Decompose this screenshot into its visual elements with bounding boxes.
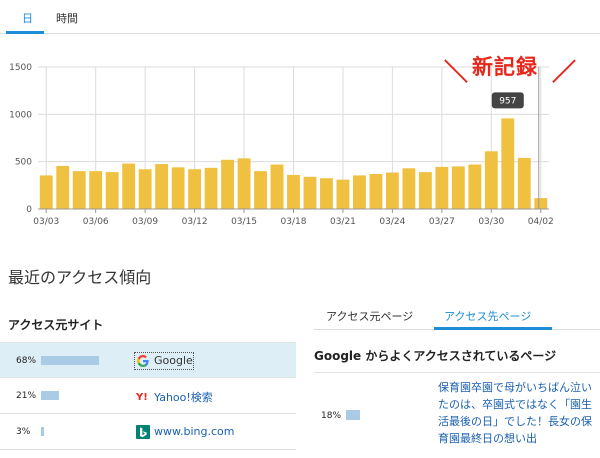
bar xyxy=(56,165,70,209)
source-pct-bar xyxy=(41,356,99,365)
tab-referrer-page[interactable]: アクセス元ページ xyxy=(326,308,413,324)
bar xyxy=(155,164,169,209)
bar xyxy=(39,175,53,209)
pages-heading: Google からよくアクセスされているページ xyxy=(314,349,557,363)
annotation-slash-left: ＼ xyxy=(444,58,468,86)
bar xyxy=(418,172,432,209)
x-tick-label: 03/21 xyxy=(330,217,356,227)
tab-landing-page[interactable]: アクセス先ページ xyxy=(444,308,531,324)
new-record-annotation: ＼ 新記録 ／ xyxy=(444,48,584,86)
tab-hour[interactable]: 時間 xyxy=(56,10,78,26)
period-tabs: 日 時間 xyxy=(0,0,600,34)
bar xyxy=(369,173,383,209)
page-pct: 18% xyxy=(321,411,342,421)
bar xyxy=(72,171,86,209)
bar xyxy=(204,167,218,209)
source-pct: 68% xyxy=(16,356,37,366)
page-title-link[interactable]: 保育園卒園で母がいちばん泣い たのは、卒園式ではなく「園生 活最後の日」でした！… xyxy=(438,379,600,447)
source-row-google[interactable]: 68% Google xyxy=(0,342,296,378)
bar xyxy=(254,171,267,209)
source-pct: 21% xyxy=(16,391,37,401)
x-tick-label: 03/12 xyxy=(182,217,208,227)
bar xyxy=(385,172,399,209)
source-label[interactable]: www.bing.com xyxy=(154,425,234,438)
annotation-text: 新記録 xyxy=(472,55,538,79)
bar xyxy=(320,178,333,209)
bar xyxy=(336,179,350,209)
bar xyxy=(468,164,482,209)
bing-icon xyxy=(136,425,150,439)
x-tick-label: 04/02 xyxy=(528,217,554,227)
page-direction-tabs: アクセス元ページ アクセス先ページ xyxy=(314,300,600,330)
page-title-line: 活最後の日」でした！長女の保 xyxy=(438,415,592,428)
x-tick-label: 03/24 xyxy=(379,217,405,227)
source-pct: 3% xyxy=(16,427,31,437)
bar xyxy=(138,169,152,209)
x-tick-label: 03/30 xyxy=(478,217,504,227)
y-tick-label: 0 xyxy=(26,205,32,215)
bar xyxy=(484,151,498,209)
bar xyxy=(89,171,103,209)
bar xyxy=(303,176,317,209)
bar xyxy=(287,174,300,209)
page-title-line: たのは、卒園式ではなく「園生 xyxy=(438,398,592,411)
tooltip-value: 957 xyxy=(499,96,516,106)
bar xyxy=(402,168,416,209)
bar xyxy=(221,159,234,209)
source-label[interactable]: Yahoo!検索 xyxy=(154,389,213,405)
source-pct-bar xyxy=(41,391,59,400)
source-row-bing[interactable]: 3% www.bing.com xyxy=(0,414,296,450)
x-tick-label: 03/06 xyxy=(83,217,109,227)
x-tick-label: 03/27 xyxy=(429,217,455,227)
bar xyxy=(237,158,251,209)
sources-list: 68% Google 21% Y! Yahoo!検索 3% www.bing.c… xyxy=(0,342,296,450)
sources-heading: アクセス元サイト xyxy=(8,318,104,332)
landing-page-row[interactable]: 18% 保育園卒園で母がいちばん泣い たのは、卒園式ではなく「園生 活最後の日」… xyxy=(314,372,600,458)
bar xyxy=(451,166,465,209)
svg-text:Y!: Y! xyxy=(136,392,148,403)
bar xyxy=(534,198,548,209)
y-tick-label: 500 xyxy=(15,158,32,168)
page-title-line: 保育園卒園で母がいちばん泣い xyxy=(438,381,592,394)
bar xyxy=(517,157,531,209)
yahoo-icon: Y! xyxy=(136,392,148,403)
source-pct-bar xyxy=(41,427,44,436)
source-row-yahoo[interactable]: 21% Y! Yahoo!検索 xyxy=(0,378,296,414)
bar xyxy=(353,175,366,209)
y-tick-label: 1500 xyxy=(9,63,32,73)
tab-day[interactable]: 日 xyxy=(22,10,33,26)
x-tick-label: 03/03 xyxy=(33,217,59,227)
y-tick-label: 1000 xyxy=(9,110,32,120)
page-title-line: 育園最終日の想い出 xyxy=(438,432,537,445)
bar xyxy=(501,118,515,209)
source-label[interactable]: Google xyxy=(154,354,193,367)
bar xyxy=(188,169,202,209)
x-tick-label: 03/09 xyxy=(132,217,158,227)
page-pct-bar xyxy=(346,410,360,420)
active-tab-underline xyxy=(6,31,44,34)
bar xyxy=(171,167,185,209)
annotation-slash-right: ／ xyxy=(552,58,576,86)
x-tick-label: 03/15 xyxy=(231,217,257,227)
bar xyxy=(122,163,136,209)
bar xyxy=(105,172,119,209)
section-title: 最近のアクセス傾向 xyxy=(8,268,152,287)
google-icon xyxy=(137,355,149,367)
x-tick-label: 03/18 xyxy=(281,217,307,227)
bar xyxy=(270,164,284,209)
active-tab-underline xyxy=(434,327,552,330)
bar xyxy=(435,166,449,209)
